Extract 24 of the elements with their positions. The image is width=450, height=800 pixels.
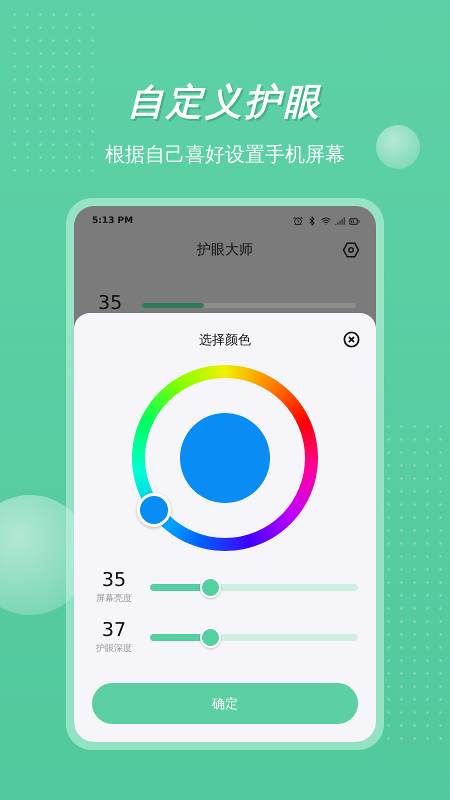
slider[interactable] bbox=[150, 626, 358, 648]
signal-icon bbox=[335, 216, 345, 226]
brightness-value: 35 bbox=[98, 294, 122, 313]
slider-thumb[interactable] bbox=[200, 576, 222, 598]
confirm-button[interactable]: 确定 bbox=[92, 683, 358, 724]
wifi-icon bbox=[321, 216, 331, 226]
promo-title: 自定义护眼 bbox=[128, 81, 322, 125]
dialog-title: 选择颜色 bbox=[199, 332, 251, 349]
slider-value: 37 bbox=[102, 619, 126, 642]
wheel-handle[interactable] bbox=[137, 493, 171, 527]
slider-value: 35 bbox=[102, 569, 126, 592]
slider-label: 屏幕亮度 bbox=[96, 592, 132, 605]
battery-icon bbox=[349, 216, 360, 226]
settings-icon[interactable] bbox=[342, 241, 360, 259]
bluetooth-icon bbox=[307, 216, 317, 226]
status-time: 5:13 PM bbox=[92, 216, 134, 226]
close-icon[interactable] bbox=[343, 331, 360, 348]
slider-thumb[interactable] bbox=[200, 626, 222, 648]
promo-subtitle: 根据自己喜好设置手机屏幕 bbox=[105, 141, 345, 168]
bubble-decoration bbox=[376, 125, 420, 169]
slider-label: 护眼深度 bbox=[96, 642, 132, 655]
app-title: 护眼大师 bbox=[197, 241, 253, 259]
alarm-icon bbox=[293, 216, 303, 226]
slider[interactable] bbox=[150, 576, 358, 598]
